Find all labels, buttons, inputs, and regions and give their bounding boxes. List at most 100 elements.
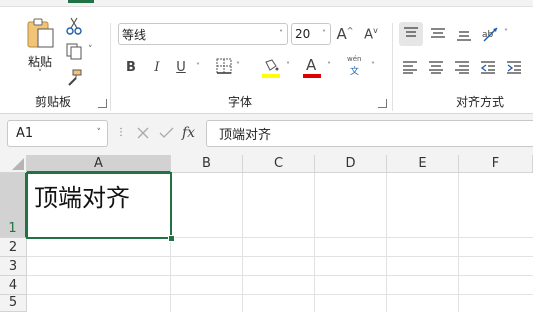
middle-align-button[interactable]	[428, 22, 448, 46]
fill-handle[interactable]	[168, 235, 175, 242]
underline-dropdown-icon[interactable]: ˅	[196, 62, 200, 71]
bottom-align-button[interactable]	[454, 22, 474, 46]
gridline	[458, 173, 459, 312]
borders-icon	[216, 58, 232, 74]
column-header-c[interactable]: C	[243, 155, 315, 173]
row-header-4[interactable]: 4	[0, 276, 27, 295]
font-size-value: 20	[295, 27, 311, 41]
column-header-b[interactable]: B	[171, 155, 243, 173]
column-header-e[interactable]: E	[387, 155, 459, 173]
decrease-font-icon: Av	[364, 25, 378, 43]
font-color-icon: A	[306, 56, 317, 74]
align-left-button[interactable]	[402, 59, 420, 77]
decrease-indent-button[interactable]	[480, 59, 498, 77]
gridline	[27, 256, 533, 257]
cancel-formula-button[interactable]	[134, 124, 152, 142]
gridline	[27, 275, 533, 276]
paste-icon	[27, 18, 54, 48]
align-left-icon	[403, 61, 417, 74]
middle-align-icon	[431, 28, 445, 38]
name-box[interactable]: A1 ˅	[7, 120, 108, 147]
align-right-button[interactable]	[454, 59, 472, 77]
orientation-dropdown-icon[interactable]: ˅	[504, 28, 508, 37]
chevron-down-icon: ˅	[279, 29, 283, 38]
increase-font-icon: A^	[336, 25, 354, 43]
align-center-icon	[429, 61, 443, 74]
column-header-a[interactable]: A	[27, 155, 171, 173]
divider	[392, 23, 393, 111]
phonetic-guide-button[interactable]: wén 文 ˅	[344, 55, 380, 79]
font-color-button[interactable]: A ˅	[303, 56, 337, 78]
decrease-indent-icon	[480, 61, 495, 74]
gridline	[314, 173, 315, 312]
paste-button[interactable]: 粘贴 ˅	[22, 17, 58, 79]
phonetic-bottom-label: 文	[350, 67, 360, 77]
row-header-2[interactable]: 2	[0, 238, 27, 257]
select-all-icon	[12, 158, 24, 170]
checkmark-icon	[159, 127, 174, 138]
increase-indent-button[interactable]	[506, 59, 524, 77]
phonetic-top-label: wén	[347, 55, 362, 63]
font-group-label: 字体	[227, 95, 252, 109]
scissors-icon	[66, 17, 82, 35]
increase-font-size-button[interactable]: A^	[334, 23, 356, 45]
decrease-font-size-button[interactable]: Av	[360, 23, 382, 45]
borders-dropdown-icon[interactable]: ˅	[236, 61, 240, 70]
enter-formula-button[interactable]	[157, 124, 175, 142]
align-center-button[interactable]	[428, 59, 446, 77]
gridline	[386, 173, 387, 312]
font-launcher-icon[interactable]	[378, 99, 387, 108]
top-align-icon	[404, 27, 418, 37]
row-header-5[interactable]: 5	[0, 295, 27, 312]
row-header-3[interactable]: 3	[0, 257, 27, 276]
column-header-f[interactable]: F	[459, 155, 533, 173]
paste-dropdown-icon[interactable]: ˅	[22, 69, 58, 79]
orientation-icon: ab	[482, 27, 498, 42]
paste-label: 粘贴	[27, 55, 52, 69]
formula-input[interactable]: 顶端对齐	[206, 120, 533, 147]
gridline	[242, 173, 243, 312]
copy-dropdown-icon[interactable]: ˅	[88, 45, 93, 55]
row-header-1[interactable]: 1	[0, 173, 27, 238]
clipboard-group-label: 剪贴板	[34, 95, 71, 109]
top-align-button[interactable]	[399, 22, 423, 46]
bold-button[interactable]: B	[122, 57, 140, 77]
font-size-select[interactable]: 20 ˅	[291, 23, 331, 45]
cell-a1[interactable]: 顶端对齐	[26, 172, 172, 239]
divider	[110, 23, 111, 111]
fill-color-swatch	[262, 74, 280, 78]
gridline	[27, 294, 533, 295]
formula-input-value: 顶端对齐	[219, 128, 272, 143]
font-color-swatch	[303, 74, 321, 78]
close-icon	[137, 127, 149, 139]
name-box-value: A1	[16, 126, 34, 141]
cut-button[interactable]	[66, 17, 84, 37]
svg-text:ab: ab	[482, 30, 494, 40]
fill-color-dropdown-icon[interactable]: ˅	[286, 61, 290, 70]
italic-button[interactable]: I	[148, 57, 166, 77]
cell-a1-value: 顶端对齐	[34, 184, 130, 212]
clipboard-launcher-icon[interactable]	[98, 99, 107, 108]
ribbon: 粘贴 ˅ ˅ 剪贴板 等线 ˅ 20 ˅ A^ Av B I U ˅ ˅ ˅ A	[0, 6, 533, 114]
font-name-select[interactable]: 等线 ˅	[118, 23, 288, 45]
column-header-d[interactable]: D	[315, 155, 387, 173]
orientation-button[interactable]: ab ˅	[480, 22, 514, 46]
formula-bar-separator-icon: ⋮	[116, 127, 126, 138]
copy-button[interactable]: ˅	[66, 43, 100, 63]
select-all-button[interactable]	[0, 155, 27, 173]
fill-bucket-icon	[265, 59, 279, 71]
phonetic-dropdown-icon[interactable]: ˅	[371, 61, 375, 70]
active-tab-indicator	[68, 0, 94, 3]
alignment-group-label: 对齐方式	[455, 95, 504, 109]
insert-function-button[interactable]: fx	[182, 125, 195, 141]
bottom-align-icon	[457, 31, 471, 41]
increase-indent-icon	[507, 61, 521, 74]
borders-button[interactable]: ˅	[216, 58, 246, 76]
font-color-dropdown-icon[interactable]: ˅	[327, 61, 331, 70]
copy-icon	[66, 43, 82, 60]
fill-color-button[interactable]: ˅	[262, 58, 296, 78]
format-painter-button[interactable]	[66, 69, 84, 89]
underline-button[interactable]: U	[172, 57, 190, 77]
align-right-icon	[455, 61, 469, 74]
format-painter-icon	[68, 69, 82, 86]
